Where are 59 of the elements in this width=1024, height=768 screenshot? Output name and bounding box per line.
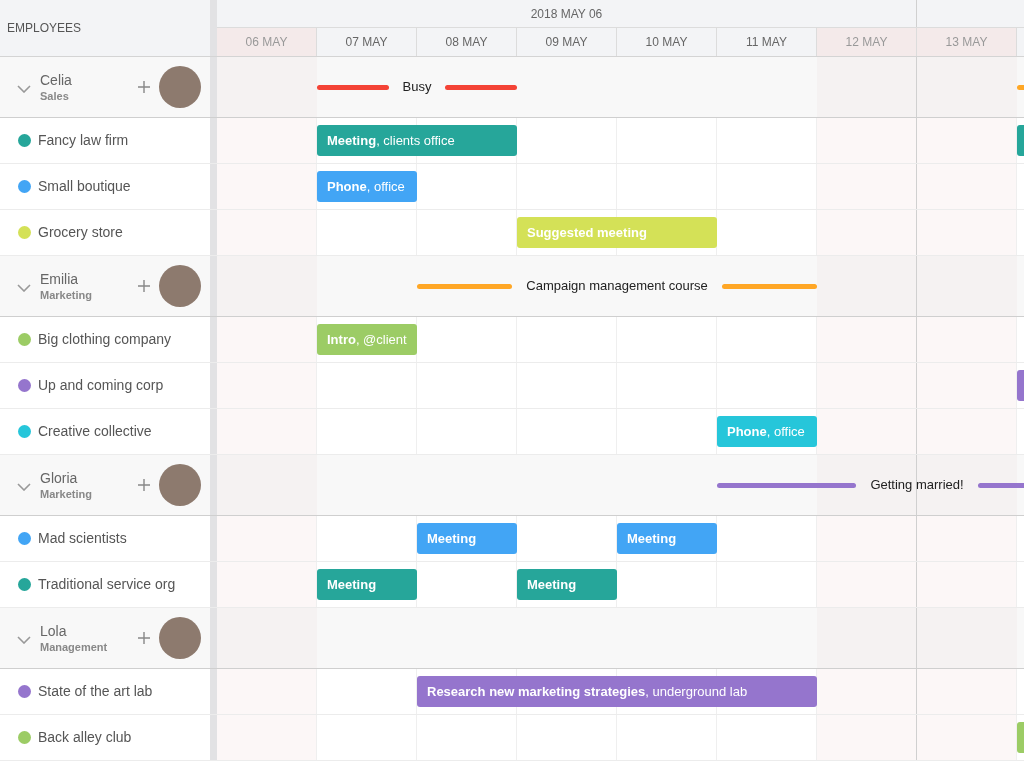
resize-splitter[interactable]	[210, 562, 217, 607]
column-header: EMPLOYEES	[6, 20, 83, 37]
client-name: State of the art lab	[38, 682, 153, 701]
event-block[interactable]: Suggested meeting	[517, 217, 717, 248]
resize-splitter[interactable]	[210, 57, 217, 117]
event-block[interactable]: Meeting	[417, 523, 517, 554]
client-name: Traditional service org	[38, 575, 176, 594]
event-block[interactable]: Phone, office	[717, 416, 817, 447]
employee-name: Emilia	[40, 270, 80, 288]
department-label: Sales	[40, 88, 70, 103]
chevron-down-icon[interactable]	[17, 284, 31, 292]
resize-splitter[interactable]	[210, 118, 217, 163]
resize-splitter[interactable]	[210, 715, 217, 760]
employee-name: Gloria	[40, 469, 79, 487]
resize-splitter[interactable]	[210, 164, 217, 209]
week-label: 2018 MAY 06	[217, 0, 917, 27]
client-name: Mad scientists	[38, 529, 127, 548]
department-label: Marketing	[40, 486, 93, 501]
resize-splitter[interactable]	[210, 317, 217, 362]
day-header: 06 MAY	[217, 28, 317, 56]
plus-icon[interactable]	[138, 632, 150, 644]
resize-splitter[interactable]	[210, 409, 217, 454]
resize-splitter[interactable]	[210, 256, 217, 316]
milestone-label: Campaign management course	[525, 277, 709, 296]
day-header: 13 MAY	[917, 28, 1017, 56]
event-block[interactable]: Meeting	[617, 523, 717, 554]
client-name: Small boutique	[38, 177, 131, 196]
event-block[interactable]: Phone, office	[317, 171, 417, 202]
plus-icon[interactable]	[138, 479, 150, 491]
client-name: Grocery store	[38, 223, 123, 242]
department-label: Management	[40, 639, 109, 654]
plus-icon[interactable]	[138, 280, 150, 292]
event-block[interactable]: Research new marketing strategies, underground lab	[417, 676, 817, 707]
resize-splitter[interactable]	[210, 210, 217, 255]
resize-splitter[interactable]	[210, 669, 217, 714]
milestone-label: Busy	[401, 78, 433, 97]
employee-name: Celia	[40, 71, 73, 89]
day-header: 12 MAY	[817, 28, 917, 56]
client-name: Creative collective	[38, 422, 152, 441]
resize-splitter[interactable]	[210, 516, 217, 561]
resize-splitter[interactable]	[210, 0, 217, 56]
employee-name: Lola	[40, 622, 68, 640]
client-name: Up and coming corp	[38, 376, 164, 395]
plus-icon[interactable]	[138, 81, 150, 93]
event-block[interactable]: Meeting	[317, 569, 417, 600]
resize-splitter[interactable]	[210, 608, 217, 668]
chevron-down-icon[interactable]	[17, 483, 31, 491]
client-name: Fancy law firm	[38, 131, 129, 150]
client-name: Back alley club	[38, 728, 132, 747]
department-label: Marketing	[40, 287, 93, 302]
resize-splitter[interactable]	[210, 363, 217, 408]
event-block[interactable]: Meeting	[517, 569, 617, 600]
milestone-label: Getting married!	[869, 476, 965, 495]
chevron-down-icon[interactable]	[17, 636, 31, 644]
resize-splitter[interactable]	[210, 455, 217, 515]
event-block[interactable]: Intro, @client	[317, 324, 417, 355]
event-block[interactable]: Meeting, clients office	[317, 125, 517, 156]
client-name: Big clothing company	[38, 330, 172, 349]
chevron-down-icon[interactable]	[17, 85, 31, 93]
